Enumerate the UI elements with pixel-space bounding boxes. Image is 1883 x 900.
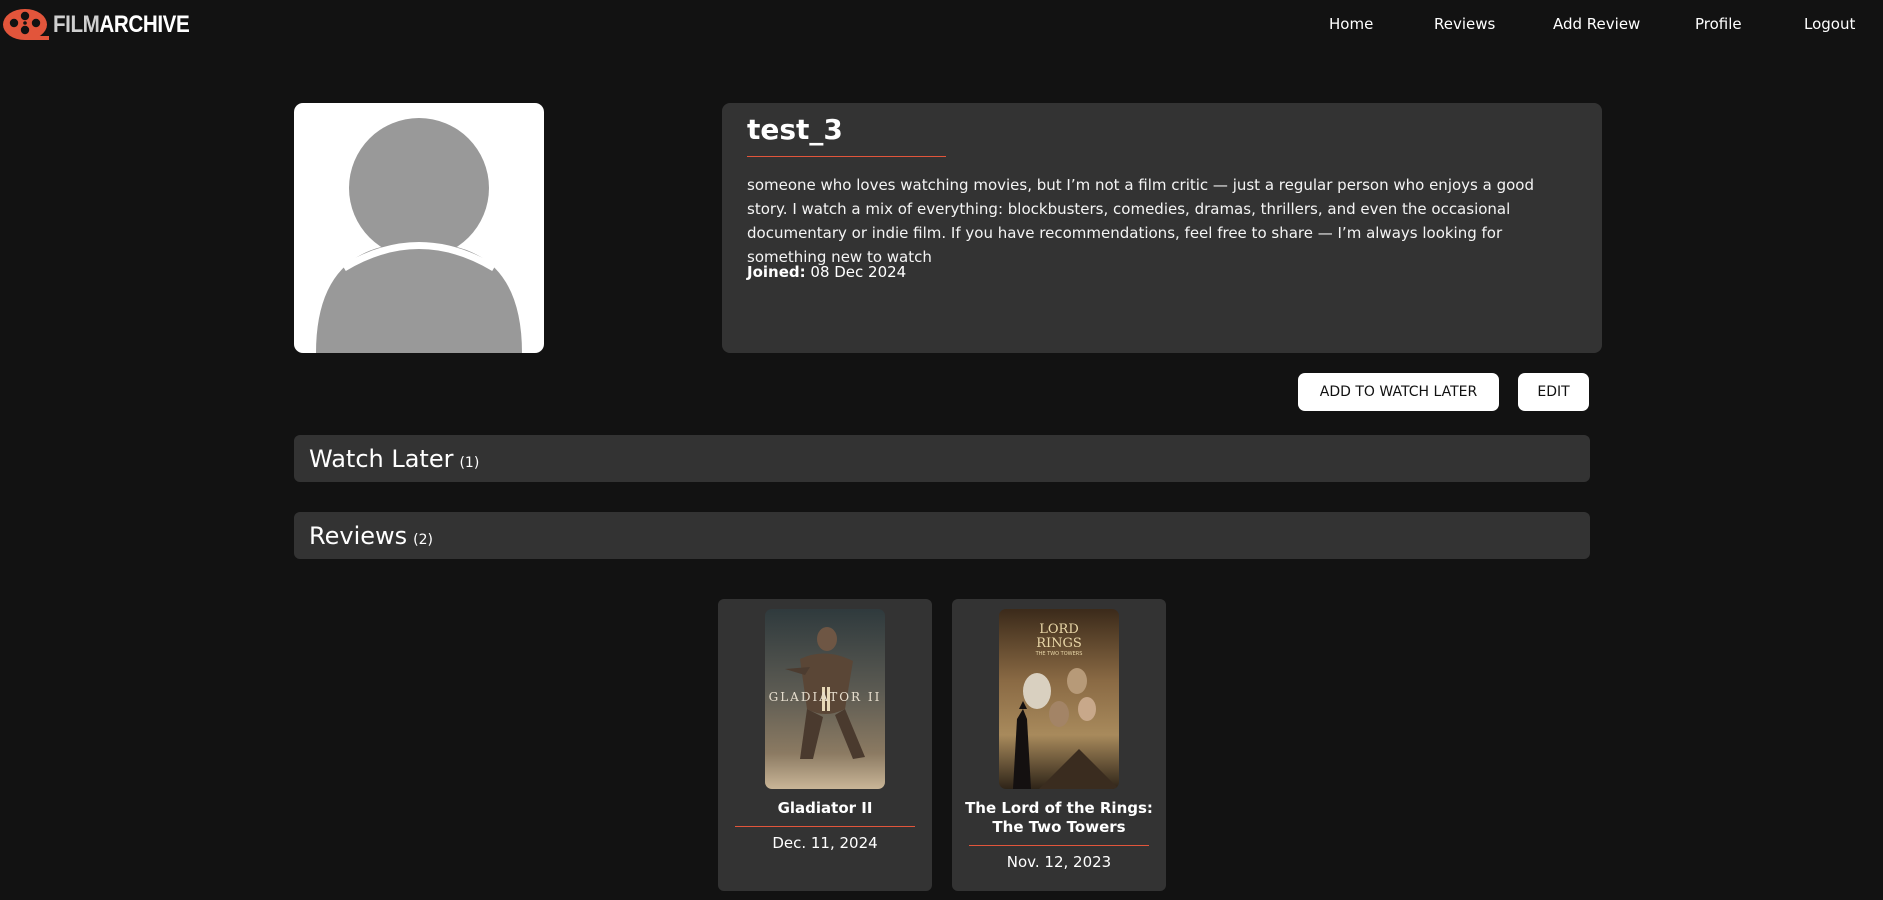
review-card[interactable]: LORD RINGS THE TWO TOWERS The Lord of th… <box>952 599 1166 891</box>
review-movie-title[interactable]: Gladiator II <box>718 799 932 818</box>
username-underline <box>747 156 946 157</box>
profile-avatar <box>294 103 544 353</box>
film-reel-icon <box>3 9 49 40</box>
nav-add-review[interactable]: Add Review <box>1553 15 1640 33</box>
movie-poster[interactable]: GLADIATOR II <box>765 609 885 789</box>
site-logo[interactable]: FILMARCHIVE <box>2 8 212 41</box>
profile-username: test_3 <box>747 113 843 146</box>
poster-title-text: GLADIATOR II <box>769 690 882 704</box>
watch-later-title: Watch Later <box>309 445 454 473</box>
nav-home[interactable]: Home <box>1329 15 1373 33</box>
reviews-section[interactable]: Reviews (2) <box>294 512 1590 559</box>
card-divider <box>969 845 1149 846</box>
joined-date: 08 Dec 2024 <box>810 263 907 281</box>
reviews-count: (2) <box>413 532 433 548</box>
logo-archive-text: ARCHIVE <box>99 10 190 38</box>
lotr-poster-image: LORD RINGS THE TWO TOWERS <box>999 609 1119 789</box>
joined-label: Joined: <box>747 263 806 281</box>
review-date: Dec. 11, 2024 <box>772 834 878 852</box>
nav-reviews[interactable]: Reviews <box>1434 15 1495 33</box>
user-placeholder-icon <box>316 118 522 353</box>
poster-title-bottom: RINGS <box>1036 636 1082 651</box>
edit-profile-button[interactable]: EDIT <box>1518 373 1589 411</box>
review-date: Nov. 12, 2023 <box>1006 853 1112 871</box>
review-movie-title-line1: The Lord of the Rings: <box>965 799 1153 817</box>
card-divider <box>735 826 915 827</box>
nav-logout[interactable]: Logout <box>1804 15 1855 33</box>
poster-subtitle: THE TWO TOWERS <box>1035 651 1083 657</box>
review-movie-title[interactable]: The Lord of the Rings: The Two Towers <box>952 799 1166 837</box>
profile-joined: Joined: 08 Dec 2024 <box>747 263 906 281</box>
poster-title-top: LORD <box>1039 622 1079 637</box>
profile-bio: someone who loves watching movies, but I… <box>747 176 1534 266</box>
logo-wordmark: FILMARCHIVE <box>53 10 190 39</box>
review-card[interactable]: GLADIATOR II Gladiator II Dec. 11, 2024 <box>718 599 932 891</box>
watch-later-section[interactable]: Watch Later (1) <box>294 435 1590 482</box>
watch-later-heading: Watch Later (1) <box>309 445 479 473</box>
watch-later-count: (1) <box>459 455 480 471</box>
review-movie-title-line2: The Two Towers <box>992 818 1126 836</box>
navbar: FILMARCHIVE Home Reviews Add Review Prof… <box>0 0 1883 50</box>
profile-info-card: test_3 someone who loves watching movies… <box>722 103 1602 353</box>
reviews-title: Reviews <box>309 522 408 550</box>
nav-profile[interactable]: Profile <box>1695 15 1742 33</box>
logo-film-text: FILM <box>53 10 100 38</box>
reviews-heading: Reviews (2) <box>309 522 433 550</box>
gladiator-poster-image: GLADIATOR II <box>765 609 885 789</box>
movie-poster[interactable]: LORD RINGS THE TWO TOWERS <box>999 609 1119 789</box>
add-to-watch-later-button[interactable]: ADD TO WATCH LATER <box>1298 373 1499 411</box>
